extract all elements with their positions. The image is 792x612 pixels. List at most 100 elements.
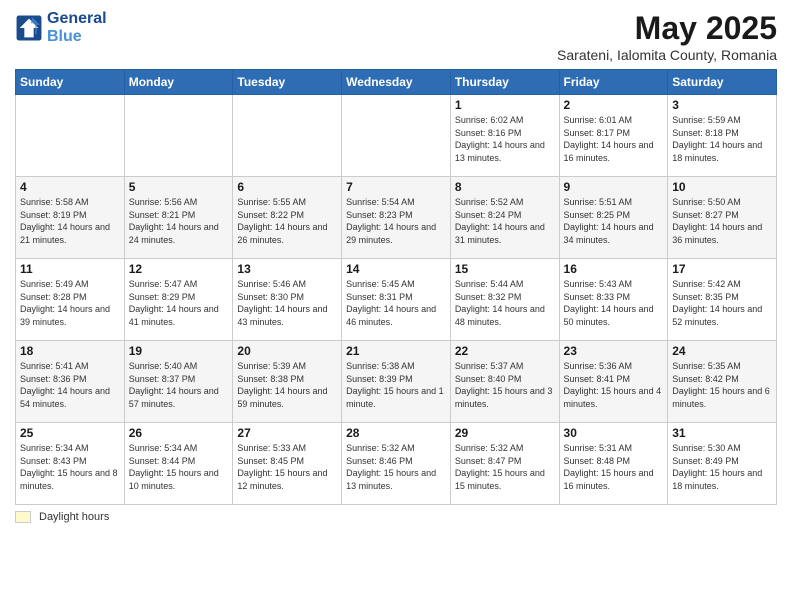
day-info: Sunrise: 5:51 AM Sunset: 8:25 PM Dayligh… <box>564 196 664 246</box>
title-block: May 2025 Sarateni, Ialomita County, Roma… <box>557 10 777 63</box>
day-info: Sunrise: 5:49 AM Sunset: 8:28 PM Dayligh… <box>20 278 120 328</box>
calendar-cell: 20Sunrise: 5:39 AM Sunset: 8:38 PM Dayli… <box>233 341 342 423</box>
day-info: Sunrise: 5:30 AM Sunset: 8:49 PM Dayligh… <box>672 442 772 492</box>
calendar-cell: 1Sunrise: 6:02 AM Sunset: 8:16 PM Daylig… <box>450 95 559 177</box>
day-info: Sunrise: 5:36 AM Sunset: 8:41 PM Dayligh… <box>564 360 664 410</box>
calendar-header-saturday: Saturday <box>668 70 777 95</box>
day-info: Sunrise: 5:46 AM Sunset: 8:30 PM Dayligh… <box>237 278 337 328</box>
day-info: Sunrise: 5:45 AM Sunset: 8:31 PM Dayligh… <box>346 278 446 328</box>
day-number: 12 <box>129 262 229 276</box>
day-number: 3 <box>672 98 772 112</box>
calendar-header-friday: Friday <box>559 70 668 95</box>
day-info: Sunrise: 5:33 AM Sunset: 8:45 PM Dayligh… <box>237 442 337 492</box>
day-number: 31 <box>672 426 772 440</box>
day-number: 2 <box>564 98 664 112</box>
day-number: 30 <box>564 426 664 440</box>
day-info: Sunrise: 5:58 AM Sunset: 8:19 PM Dayligh… <box>20 196 120 246</box>
calendar-week-0: 1Sunrise: 6:02 AM Sunset: 8:16 PM Daylig… <box>16 95 777 177</box>
day-number: 21 <box>346 344 446 358</box>
calendar-header-wednesday: Wednesday <box>342 70 451 95</box>
day-info: Sunrise: 5:40 AM Sunset: 8:37 PM Dayligh… <box>129 360 229 410</box>
day-info: Sunrise: 5:43 AM Sunset: 8:33 PM Dayligh… <box>564 278 664 328</box>
calendar-week-3: 18Sunrise: 5:41 AM Sunset: 8:36 PM Dayli… <box>16 341 777 423</box>
calendar-week-2: 11 Sunrise: 5:49 AM Sunset: 8:28 PM Dayli… <box>16 259 777 341</box>
calendar-cell <box>342 95 451 177</box>
calendar-cell: 28 Sunrise: 5:32 AM Sunset: 8:46 PM Dayli… <box>342 423 451 505</box>
calendar-cell <box>124 95 233 177</box>
calendar-header-monday: Monday <box>124 70 233 95</box>
day-number: 19 <box>129 344 229 358</box>
day-number: 26 <box>129 426 229 440</box>
calendar-cell: 19 Sunrise: 5:40 AM Sunset: 8:37 PM Dayli… <box>124 341 233 423</box>
calendar-header-sunday: Sunday <box>16 70 125 95</box>
day-number: 9 <box>564 180 664 194</box>
day-number: 15 <box>455 262 555 276</box>
day-number: 22 <box>455 344 555 358</box>
day-info: Sunrise: 5:50 AM Sunset: 8:27 PM Dayligh… <box>672 196 772 246</box>
header: General Blue May 2025 Sarateni, Ialomita… <box>15 10 777 63</box>
calendar-cell <box>16 95 125 177</box>
calendar-cell: 10 Sunrise: 5:50 AM Sunset: 8:27 PM Dayli… <box>668 177 777 259</box>
day-info: Sunrise: 6:01 AM Sunset: 8:17 PM Dayligh… <box>564 114 664 164</box>
day-number: 4 <box>20 180 120 194</box>
calendar-cell: 25Sunrise: 5:34 AM Sunset: 8:43 PM Dayli… <box>16 423 125 505</box>
calendar-cell: 5Sunrise: 5:56 AM Sunset: 8:21 PM Daylig… <box>124 177 233 259</box>
footer: Daylight hours <box>15 511 777 523</box>
calendar-cell: 18Sunrise: 5:41 AM Sunset: 8:36 PM Dayli… <box>16 341 125 423</box>
day-info: Sunrise: 5:55 AM Sunset: 8:22 PM Dayligh… <box>237 196 337 246</box>
calendar-cell: 12 Sunrise: 5:47 AM Sunset: 8:29 PM Dayli… <box>124 259 233 341</box>
daylight-label: Daylight hours <box>39 511 109 523</box>
day-number: 27 <box>237 426 337 440</box>
calendar-header-tuesday: Tuesday <box>233 70 342 95</box>
day-number: 24 <box>672 344 772 358</box>
calendar-cell: 29 Sunrise: 5:32 AM Sunset: 8:47 PM Dayli… <box>450 423 559 505</box>
main-title: May 2025 <box>557 10 777 47</box>
day-info: Sunrise: 5:38 AM Sunset: 8:39 PM Dayligh… <box>346 360 446 410</box>
day-number: 8 <box>455 180 555 194</box>
calendar-week-4: 25Sunrise: 5:34 AM Sunset: 8:43 PM Dayli… <box>16 423 777 505</box>
calendar-cell: 11 Sunrise: 5:49 AM Sunset: 8:28 PM Dayli… <box>16 259 125 341</box>
day-number: 10 <box>672 180 772 194</box>
calendar-cell: 24Sunrise: 5:35 AM Sunset: 8:42 PM Dayli… <box>668 341 777 423</box>
calendar-table: SundayMondayTuesdayWednesdayThursdayFrid… <box>15 69 777 505</box>
day-number: 28 <box>346 426 446 440</box>
subtitle: Sarateni, Ialomita County, Romania <box>557 47 777 63</box>
calendar-cell: 27 Sunrise: 5:33 AM Sunset: 8:45 PM Dayli… <box>233 423 342 505</box>
day-number: 6 <box>237 180 337 194</box>
calendar-week-1: 4 Sunrise: 5:58 AM Sunset: 8:19 PM Daylig… <box>16 177 777 259</box>
day-number: 11 <box>20 262 120 276</box>
calendar-cell: 16 Sunrise: 5:43 AM Sunset: 8:33 PM Dayli… <box>559 259 668 341</box>
calendar-cell: 13 Sunrise: 5:46 AM Sunset: 8:30 PM Dayli… <box>233 259 342 341</box>
day-number: 23 <box>564 344 664 358</box>
day-number: 29 <box>455 426 555 440</box>
calendar-cell: 23 Sunrise: 5:36 AM Sunset: 8:41 PM Dayli… <box>559 341 668 423</box>
day-info: Sunrise: 5:47 AM Sunset: 8:29 PM Dayligh… <box>129 278 229 328</box>
day-info: Sunrise: 5:34 AM Sunset: 8:44 PM Dayligh… <box>129 442 229 492</box>
day-number: 16 <box>564 262 664 276</box>
day-info: Sunrise: 6:02 AM Sunset: 8:16 PM Dayligh… <box>455 114 555 164</box>
calendar-cell: 3 Sunrise: 5:59 AM Sunset: 8:18 PM Daylig… <box>668 95 777 177</box>
day-info: Sunrise: 5:52 AM Sunset: 8:24 PM Dayligh… <box>455 196 555 246</box>
day-info: Sunrise: 5:37 AM Sunset: 8:40 PM Dayligh… <box>455 360 555 410</box>
logo-text: General Blue <box>47 10 107 45</box>
logo: General Blue <box>15 10 107 45</box>
calendar-cell: 4 Sunrise: 5:58 AM Sunset: 8:19 PM Daylig… <box>16 177 125 259</box>
calendar-cell: 17Sunrise: 5:42 AM Sunset: 8:35 PM Dayli… <box>668 259 777 341</box>
calendar-cell: 9 Sunrise: 5:51 AM Sunset: 8:25 PM Daylig… <box>559 177 668 259</box>
day-info: Sunrise: 5:32 AM Sunset: 8:47 PM Dayligh… <box>455 442 555 492</box>
calendar-cell: 22 Sunrise: 5:37 AM Sunset: 8:40 PM Dayli… <box>450 341 559 423</box>
calendar-cell: 8 Sunrise: 5:52 AM Sunset: 8:24 PM Daylig… <box>450 177 559 259</box>
day-info: Sunrise: 5:59 AM Sunset: 8:18 PM Dayligh… <box>672 114 772 164</box>
calendar-cell: 15Sunrise: 5:44 AM Sunset: 8:32 PM Dayli… <box>450 259 559 341</box>
day-number: 18 <box>20 344 120 358</box>
calendar-cell: 14Sunrise: 5:45 AM Sunset: 8:31 PM Dayli… <box>342 259 451 341</box>
calendar-header-thursday: Thursday <box>450 70 559 95</box>
calendar-cell <box>233 95 342 177</box>
calendar-cell: 21 Sunrise: 5:38 AM Sunset: 8:39 PM Dayli… <box>342 341 451 423</box>
day-number: 13 <box>237 262 337 276</box>
day-info: Sunrise: 5:32 AM Sunset: 8:46 PM Dayligh… <box>346 442 446 492</box>
day-number: 17 <box>672 262 772 276</box>
calendar-cell: 6 Sunrise: 5:55 AM Sunset: 8:22 PM Daylig… <box>233 177 342 259</box>
day-info: Sunrise: 5:56 AM Sunset: 8:21 PM Dayligh… <box>129 196 229 246</box>
calendar-header-row: SundayMondayTuesdayWednesdayThursdayFrid… <box>16 70 777 95</box>
